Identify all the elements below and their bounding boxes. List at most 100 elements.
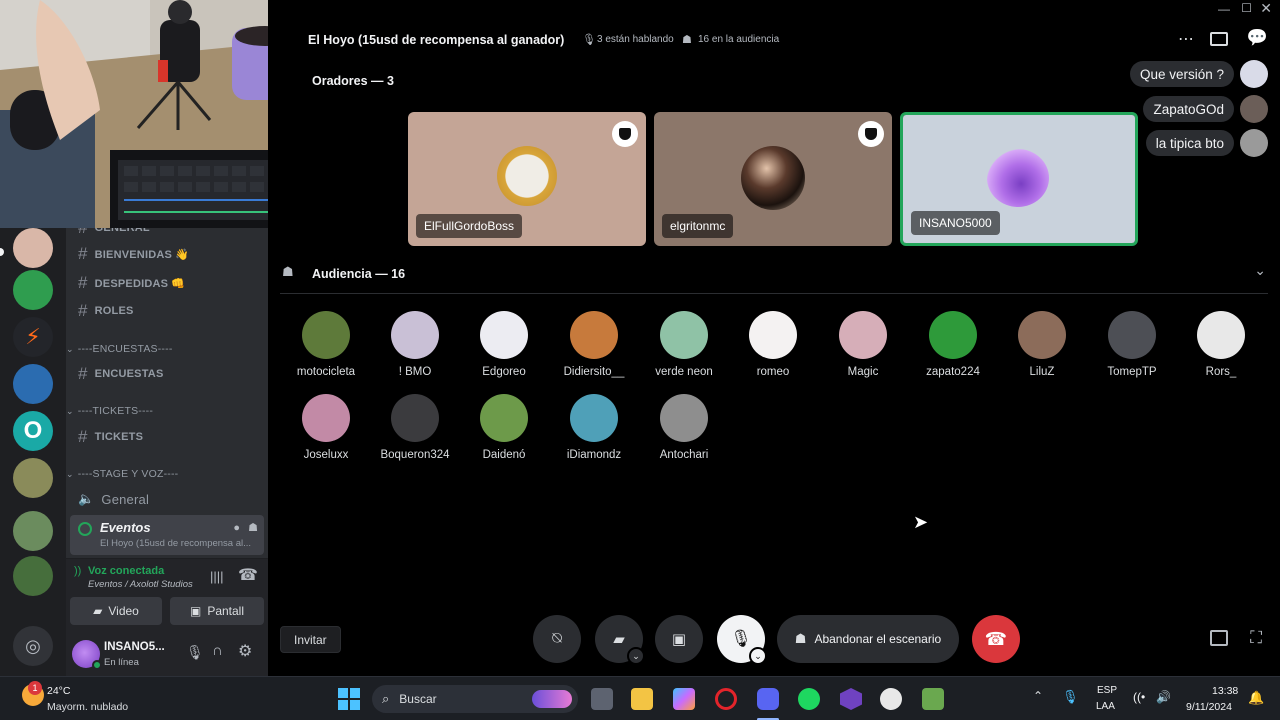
keyboard-layout[interactable]: LAA: [1096, 701, 1115, 712]
audience-member[interactable]: Magic: [818, 311, 908, 378]
channel-despedidas[interactable]: # DESPEDIDAS 👊: [78, 271, 185, 295]
screen-share-button[interactable]: ▣: [655, 615, 703, 663]
avatar: [302, 311, 350, 359]
server-icon[interactable]: [13, 511, 53, 551]
server-icon[interactable]: O: [13, 411, 53, 451]
language-indicator[interactable]: ESP: [1097, 685, 1117, 696]
spotify-icon[interactable]: [798, 688, 820, 710]
start-button[interactable]: [338, 688, 360, 710]
camera-button[interactable]: ▰ ⌄: [595, 615, 645, 665]
server-icon[interactable]: [13, 556, 53, 596]
audience-member[interactable]: Didiersito__: [549, 311, 639, 378]
server-icon[interactable]: [13, 228, 53, 268]
voice-location[interactable]: Eventos / Axolotl Studios: [88, 579, 193, 590]
channel-eventos[interactable]: Eventos El Hoyo (15usd de recompensa al.…: [70, 515, 264, 555]
category-encuestas[interactable]: ⌄ ----ENCUESTAS----: [66, 341, 173, 357]
disconnect-button[interactable]: ☎: [972, 615, 1020, 663]
mute-speaker-button[interactable]: ⍉: [533, 615, 581, 663]
discover-icon[interactable]: ◎: [13, 626, 53, 666]
audience-member[interactable]: LiluZ: [997, 311, 1087, 378]
channel-general-voice[interactable]: 🔈 General: [78, 487, 149, 511]
voice-status[interactable]: Voz conectada: [88, 565, 164, 577]
chat-avatar[interactable]: [1240, 95, 1268, 123]
audience-member[interactable]: iDiamondz: [549, 394, 639, 461]
channel-eventos-subtitle: El Hoyo (15usd de recompensa al...: [100, 538, 252, 549]
server-icon[interactable]: [13, 458, 53, 498]
speaker-tile-speaking[interactable]: INSANO5000: [900, 112, 1138, 246]
fullscreen-icon[interactable]: ⛶: [1250, 628, 1262, 648]
screen-share-icon: ▣: [189, 604, 202, 618]
obs-icon[interactable]: [880, 688, 902, 710]
temperature[interactable]: 24°C: [47, 685, 70, 697]
chevron-down-icon[interactable]: ⌄: [749, 647, 767, 665]
speaker-tile[interactable]: elgritonmc: [654, 112, 892, 246]
category-stage[interactable]: ⌄ ----STAGE Y VOZ----: [66, 466, 178, 482]
unread-pip: [0, 248, 4, 256]
mic-button[interactable]: 🎙 ⌄: [717, 615, 767, 665]
chat-toggle-icon[interactable]: 💬: [1247, 28, 1268, 48]
copilot-icon[interactable]: [673, 688, 695, 710]
audience-member[interactable]: Antochari: [639, 394, 729, 461]
wifi-icon[interactable]: ((•: [1133, 690, 1145, 704]
audience-member[interactable]: motocicleta: [281, 311, 371, 378]
server-icon[interactable]: [13, 270, 53, 310]
username[interactable]: INSANO5...: [104, 641, 165, 653]
minecraft-icon[interactable]: [922, 688, 944, 710]
server-icon[interactable]: [13, 364, 53, 404]
video-button[interactable]: ▰ Video: [70, 597, 162, 625]
audience-member[interactable]: Boqueron324: [370, 394, 460, 461]
channel-roles[interactable]: # ROLES: [78, 299, 134, 323]
close-icon[interactable]: ✕: [1260, 0, 1272, 17]
file-explorer-icon[interactable]: [631, 688, 653, 710]
headphones-icon[interactable]: ∩: [212, 642, 223, 659]
channel-tickets[interactable]: # TICKETS: [78, 425, 143, 449]
audience-member[interactable]: Daidenó: [459, 394, 549, 461]
server-icon-bolt[interactable]: ⚡: [13, 317, 53, 357]
audience-member[interactable]: TomepTP: [1087, 311, 1177, 378]
chat-avatar[interactable]: [1240, 129, 1268, 157]
audience-member[interactable]: zapato224: [908, 311, 998, 378]
task-view-icon[interactable]: [591, 688, 613, 710]
screen-share-button[interactable]: ▣ Pantall: [170, 597, 264, 625]
chat-avatar[interactable]: [1240, 60, 1268, 88]
audience-member[interactable]: ! BMO: [370, 311, 460, 378]
notification-bell-icon[interactable]: 🔔: [1248, 690, 1264, 706]
disconnect-icon[interactable]: ☎: [238, 565, 258, 585]
discord-icon[interactable]: [757, 688, 779, 710]
leave-stage-button[interactable]: ☗ Abandonar el escenario: [777, 615, 959, 663]
audience-member-name: TomepTP: [1107, 366, 1157, 378]
category-tickets[interactable]: ⌄ ----TICKETS----: [66, 403, 153, 419]
clock-time[interactable]: 13:38: [1212, 685, 1238, 697]
volume-icon[interactable]: 🔊: [1156, 690, 1171, 704]
chevron-down-icon[interactable]: ⌄: [627, 647, 645, 665]
mic-icon[interactable]: 🎙: [186, 644, 204, 661]
invite-button[interactable]: Invitar: [280, 626, 341, 653]
channel-bienvenidas[interactable]: # BIENVENIDAS 👋: [78, 242, 189, 266]
chevron-up-icon[interactable]: ⌃: [1033, 689, 1043, 703]
audience-member[interactable]: Edgoreo: [459, 311, 549, 378]
weather-text[interactable]: Mayorm. nublado: [47, 701, 128, 713]
minimize-icon[interactable]: —: [1218, 2, 1230, 16]
popout-icon[interactable]: [1210, 32, 1228, 46]
noise-suppression-icon[interactable]: ||||: [210, 569, 224, 584]
popout-icon[interactable]: [1210, 630, 1228, 646]
audience-member[interactable]: Joseluxx: [281, 394, 371, 461]
avatar: [480, 311, 528, 359]
clock-date[interactable]: 9/11/2024: [1186, 701, 1232, 713]
speaker-tile[interactable]: ElFullGordoBoss: [408, 112, 646, 246]
mic-in-use-icon[interactable]: 🎙: [1062, 689, 1079, 705]
channel-encuestas[interactable]: # ENCUESTAS: [78, 362, 163, 386]
app-icon[interactable]: [840, 688, 862, 710]
audience-member[interactable]: Rors_: [1176, 311, 1266, 378]
add-member-icon[interactable]: ☗: [248, 521, 258, 534]
audience-member[interactable]: verde neon: [639, 311, 729, 378]
taskbar-search[interactable]: ⌕ Buscar: [372, 685, 578, 713]
chevron-down-icon[interactable]: ⌄: [1254, 262, 1266, 279]
avatar: [660, 311, 708, 359]
chat-icon[interactable]: ●: [233, 522, 240, 534]
opera-icon[interactable]: [715, 688, 737, 710]
audience-member[interactable]: romeo: [728, 311, 818, 378]
more-options-icon[interactable]: ⋯: [1178, 29, 1194, 49]
settings-gear-icon[interactable]: ⚙: [238, 641, 252, 661]
maximize-icon[interactable]: ☐: [1241, 1, 1252, 15]
